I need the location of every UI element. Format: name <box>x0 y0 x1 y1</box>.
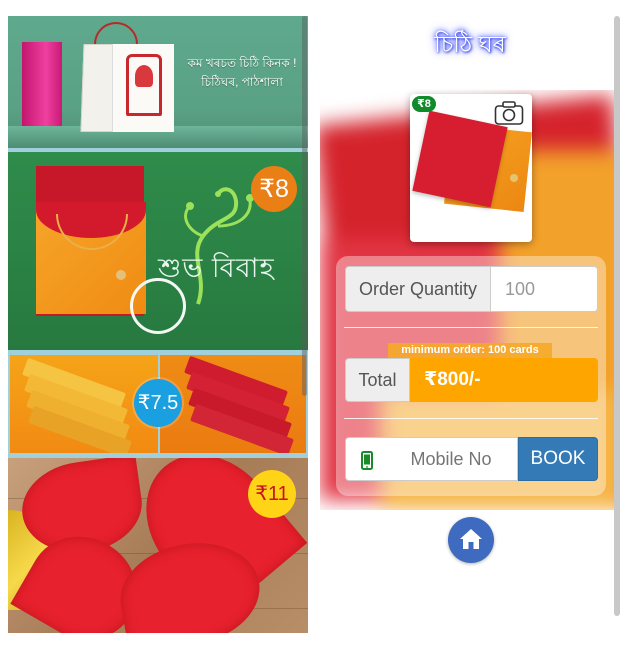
page-scrollbar[interactable] <box>614 16 620 616</box>
catalog-item-wedding-card[interactable]: শুভ বিবাহ ₹8 <box>8 152 308 350</box>
camera-icon[interactable] <box>494 100 524 126</box>
home-icon <box>460 529 482 549</box>
selected-product-card[interactable]: ₹8 <box>410 94 532 242</box>
catalog-scrollbar[interactable] <box>302 16 307 396</box>
app-title: চিঠি ঘৰ <box>434 31 506 57</box>
order-quantity-label: Order Quantity <box>345 266 491 312</box>
divider <box>344 327 598 328</box>
page: কম খৰচত চিঠি কিনক ! চিঠিঘৰ, পাঠশালা শুভ … <box>0 0 633 650</box>
price-badge: ₹8 <box>412 96 436 112</box>
book-button[interactable]: BOOK <box>518 437 598 481</box>
price-badge: ₹11 <box>248 470 296 518</box>
catalog-item-envelope-pack[interactable]: ₹7.5 <box>8 354 308 454</box>
booking-group: BOOK <box>345 437 598 481</box>
phone-addon <box>345 437 385 481</box>
price-badge: ₹8 <box>251 166 297 212</box>
banner-intro-text: কম খৰচত চিঠি কিনক ! চিঠিঘৰ, পাঠশালা <box>178 54 306 92</box>
card-catalog[interactable]: কম খৰচত চিঠি কিনক ! চিঠিঘৰ, পাঠশালা শুভ … <box>8 16 308 633</box>
order-quantity-group: Order Quantity <box>345 266 598 312</box>
mobile-number-input[interactable] <box>385 437 518 481</box>
order-quantity-input[interactable] <box>491 266 598 312</box>
divider <box>344 418 598 419</box>
banner-intro-line2: চিঠিঘৰ, পাঠশালা <box>201 75 283 89</box>
ganesha-print-image <box>126 54 162 116</box>
banner-intro-line1: কম খৰচত চিঠি কিনক ! <box>187 56 297 70</box>
tassel-image <box>116 270 126 280</box>
catalog-item-leaf-card[interactable]: ₹11 <box>8 458 308 633</box>
price-badge: ₹7.5 <box>134 379 182 427</box>
total-group: Total ₹800/- <box>345 358 598 402</box>
home-button[interactable] <box>448 517 494 563</box>
minimum-order-note: minimum order: 100 cards <box>388 343 552 358</box>
tassel-image <box>510 174 518 182</box>
total-value: ₹800/- <box>410 358 598 402</box>
mobile-phone-icon <box>361 451 373 470</box>
touch-indicator-ring <box>130 278 186 334</box>
total-label: Total <box>345 358 410 402</box>
catalog-banner-intro[interactable]: কম খৰচত চিঠি কিনক ! চিঠিঘৰ, পাঠশালা <box>8 16 308 148</box>
pink-envelope-image <box>22 42 62 126</box>
